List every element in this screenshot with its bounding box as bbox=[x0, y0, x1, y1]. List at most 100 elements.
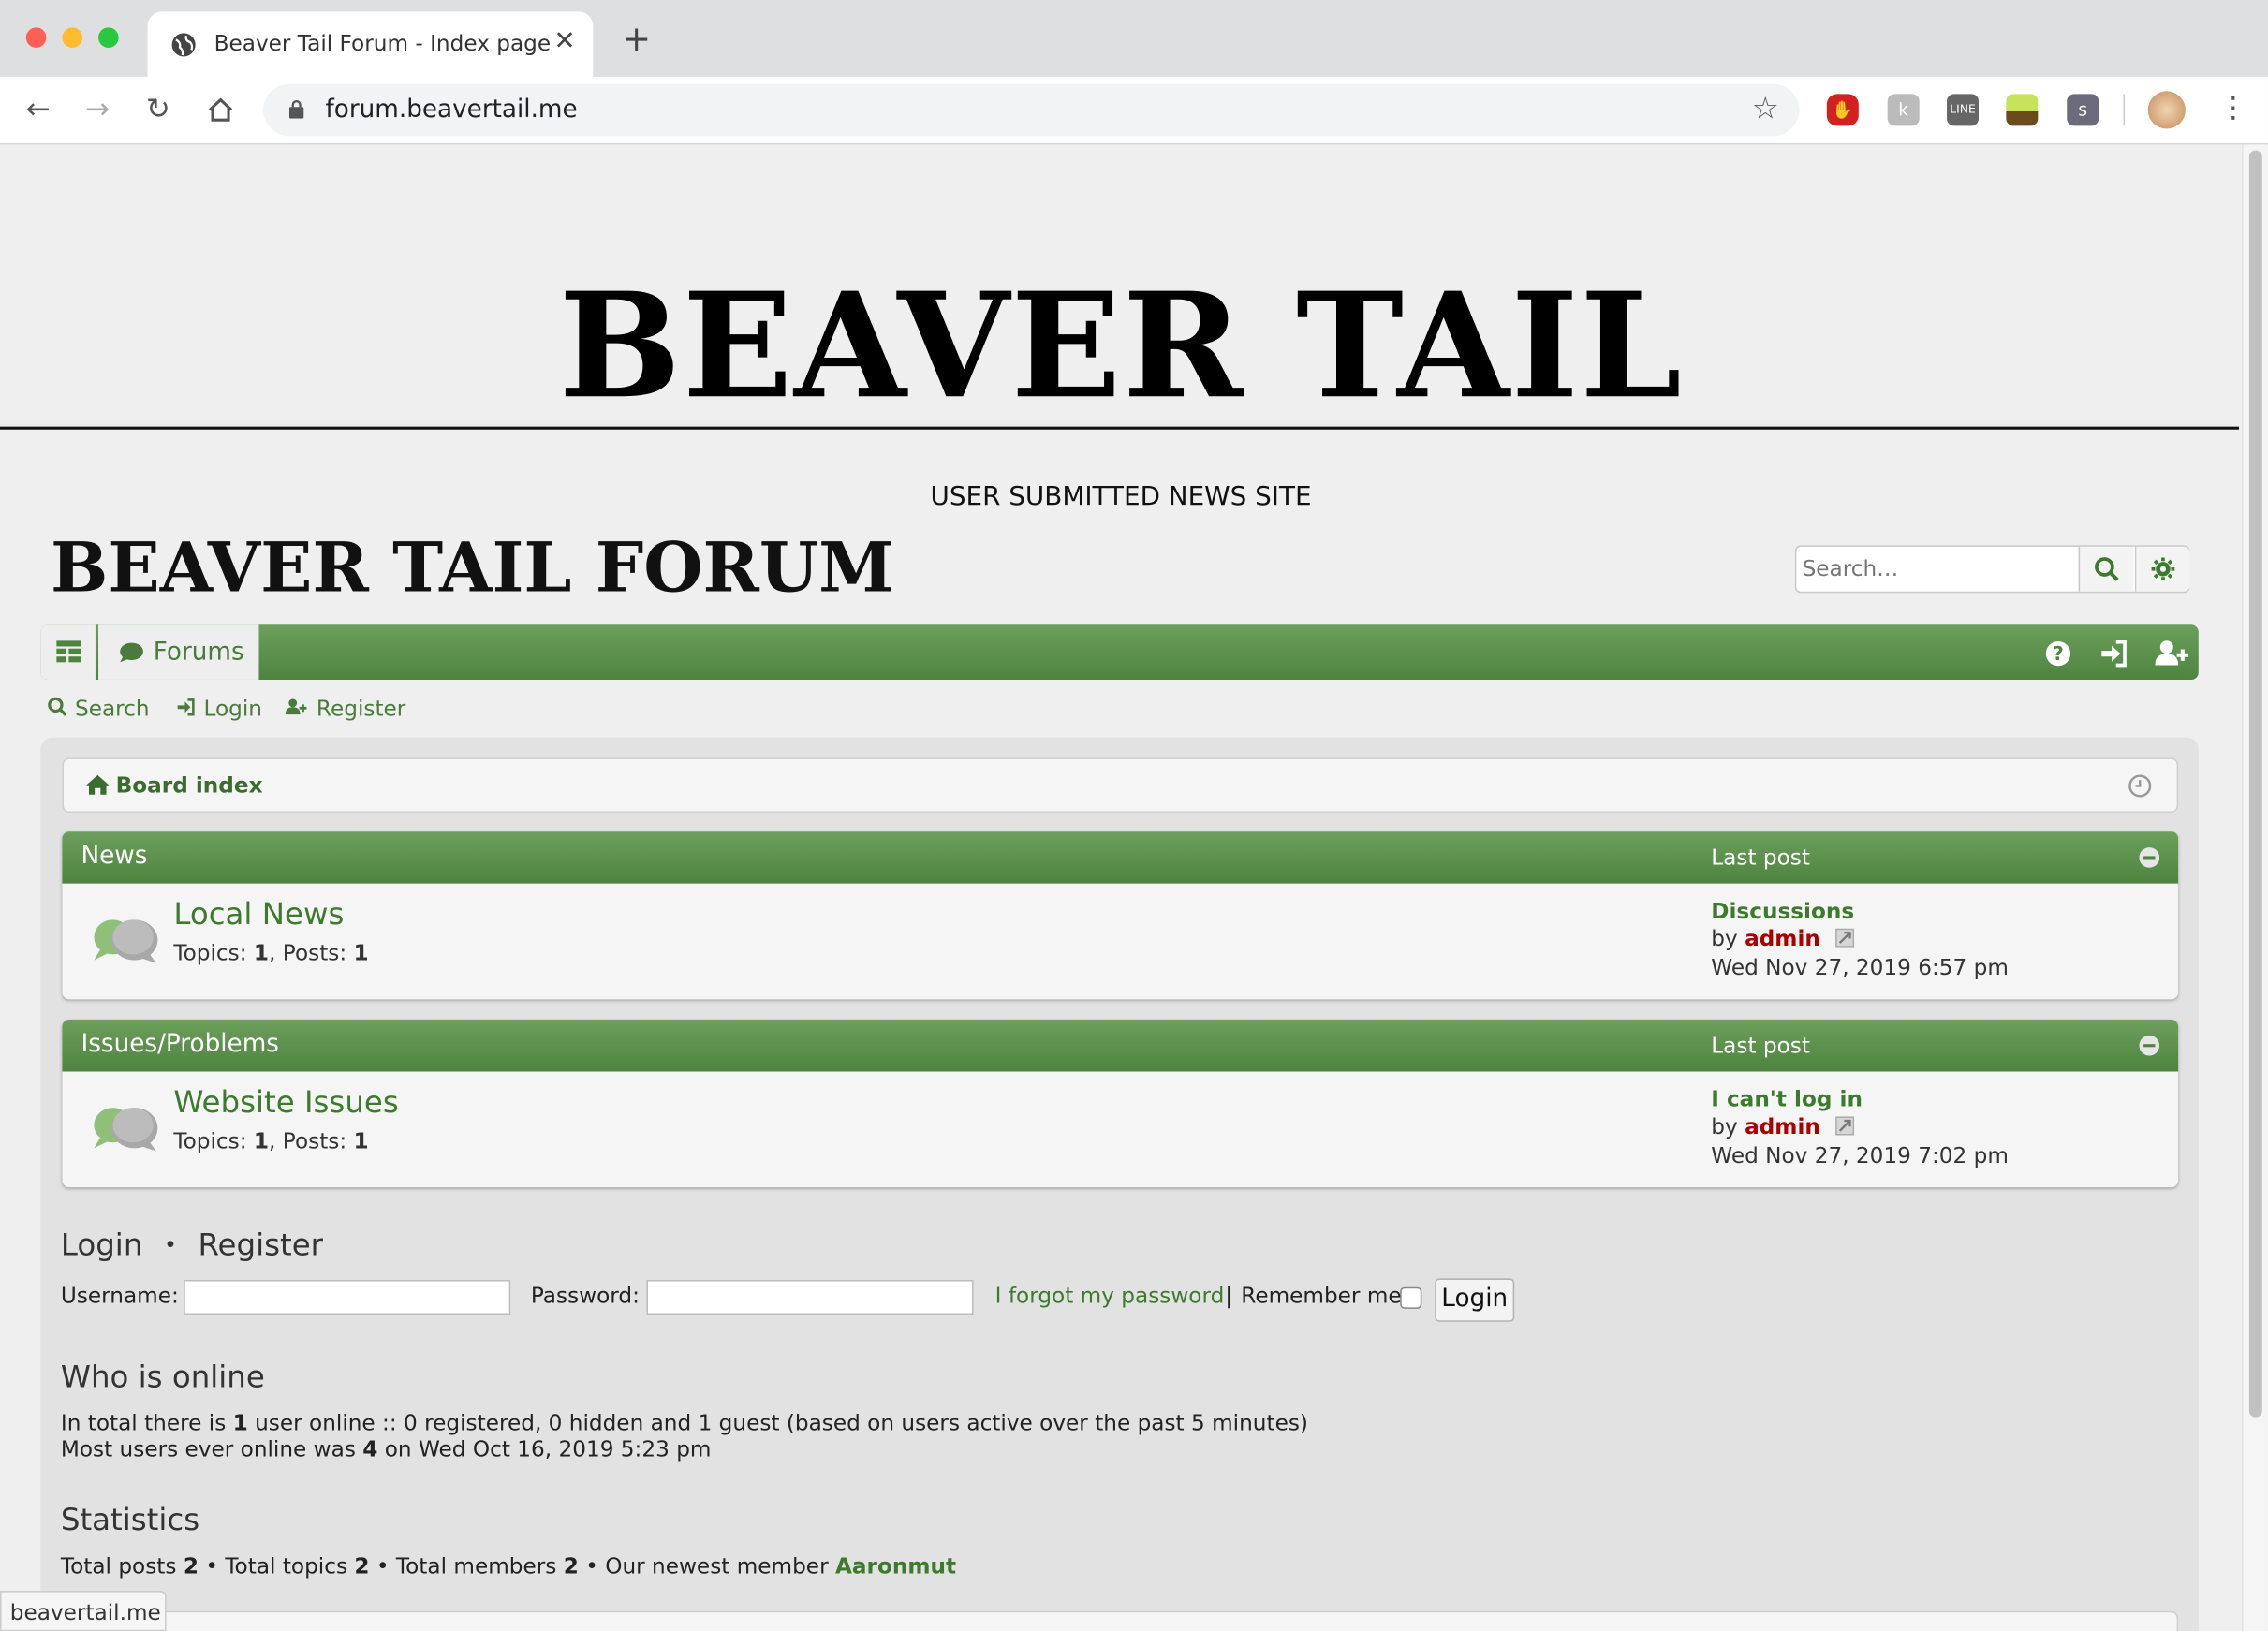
login-icon[interactable] bbox=[2098, 638, 2129, 669]
close-tab-icon[interactable]: ✕ bbox=[553, 26, 575, 56]
password-field[interactable] bbox=[646, 1279, 974, 1315]
address-bar[interactable]: forum.beavertail.me ☆ bbox=[263, 83, 1800, 137]
browser-menu-icon[interactable]: ⋮ bbox=[2218, 90, 2247, 125]
author-link[interactable]: admin bbox=[1745, 926, 1820, 952]
last-post-date: Wed Nov 27, 2019 7:02 pm bbox=[1711, 1142, 2009, 1169]
register-heading-link[interactable]: Register bbox=[198, 1227, 323, 1262]
search-box bbox=[1794, 545, 2190, 594]
help-icon[interactable]: ? bbox=[2042, 638, 2074, 669]
login-heading-link[interactable]: Login bbox=[61, 1227, 143, 1262]
footer-navbar bbox=[62, 1610, 2179, 1631]
category-title[interactable]: News bbox=[81, 842, 147, 871]
home-icon bbox=[85, 774, 110, 795]
remember-me-checkbox[interactable] bbox=[1400, 1286, 1422, 1309]
reload-icon[interactable]: ↻ bbox=[146, 91, 170, 125]
quick-links-button[interactable] bbox=[40, 624, 96, 680]
close-window-button[interactable] bbox=[25, 27, 47, 48]
newest-member-link[interactable]: Aaronmut bbox=[835, 1553, 956, 1580]
last-post-title-link[interactable]: Discussions bbox=[1711, 898, 1854, 924]
statistics-heading: Statistics bbox=[60, 1502, 200, 1537]
clock-icon bbox=[2128, 774, 2152, 798]
last-post-title-link[interactable]: I can't log in bbox=[1711, 1086, 1863, 1112]
category-header: News Last post bbox=[62, 831, 2179, 884]
stat-label: • Our newest member bbox=[578, 1552, 835, 1580]
tab-forums-label: Forums bbox=[153, 638, 244, 668]
online-line-2: Most users ever online was 4 on Wed Oct … bbox=[61, 1436, 712, 1462]
login-button[interactable]: Login bbox=[1435, 1278, 1515, 1322]
browser-toolbar: ← → ↻ forum.beavertail.me ☆ ✋ k LINE s ⋮ bbox=[0, 76, 2268, 145]
forum-stats: Topics: 1, Posts: 1 bbox=[173, 1128, 368, 1154]
quick-search-link[interactable]: Search bbox=[48, 696, 150, 722]
tab-title: Beaver Tail Forum - Index page bbox=[214, 30, 552, 57]
bookmark-star-icon[interactable]: ☆ bbox=[1752, 91, 1779, 125]
browser-tab[interactable]: Beaver Tail Forum - Index page ✕ bbox=[147, 11, 594, 79]
url-text: forum.beavertail.me bbox=[325, 95, 578, 125]
back-icon[interactable]: ← bbox=[26, 91, 51, 125]
username-label: Username: bbox=[60, 1283, 179, 1309]
posts-count: 1 bbox=[353, 939, 369, 966]
forum-navbar: Forums ? bbox=[40, 624, 2199, 680]
advanced-search-button[interactable] bbox=[2134, 546, 2190, 592]
quick-register-label: Register bbox=[316, 695, 406, 722]
minimize-window-button[interactable] bbox=[62, 27, 83, 48]
line-extension-icon[interactable]: LINE bbox=[1947, 94, 1980, 126]
author-link[interactable]: admin bbox=[1745, 1113, 1820, 1139]
maximize-window-button[interactable] bbox=[98, 27, 119, 48]
category-title[interactable]: Issues/Problems bbox=[81, 1030, 278, 1059]
view-latest-post-icon[interactable] bbox=[1835, 1116, 1855, 1136]
quick-register-link[interactable]: Register bbox=[284, 695, 406, 722]
view-latest-post-icon[interactable] bbox=[1835, 928, 1855, 948]
plant-extension-icon[interactable] bbox=[2006, 94, 2039, 126]
home-icon[interactable] bbox=[207, 96, 234, 123]
status-bar-url: beavertail.me bbox=[0, 1591, 167, 1631]
stat-label: Total posts bbox=[60, 1552, 184, 1580]
last-post-header: Last post bbox=[1711, 1032, 1810, 1059]
tab-forums[interactable]: Forums bbox=[98, 624, 259, 680]
stats-separator: , bbox=[269, 1127, 276, 1154]
username-field[interactable] bbox=[184, 1279, 511, 1315]
online-text: user online :: 0 registered, 0 hidden an… bbox=[247, 1409, 1308, 1436]
scrollbar-thumb[interactable] bbox=[2248, 150, 2262, 1418]
forum-stats: Topics: 1, Posts: 1 bbox=[173, 940, 368, 966]
total-topics: 2 bbox=[354, 1552, 370, 1580]
forgot-password-link[interactable]: I forgot my password bbox=[995, 1283, 1225, 1309]
collapse-icon[interactable] bbox=[2139, 847, 2160, 868]
stat-label: • Total members bbox=[369, 1552, 564, 1580]
board-index-link[interactable]: Board index bbox=[116, 772, 263, 799]
breadcrumb: Board index bbox=[62, 757, 2179, 814]
collapse-icon[interactable] bbox=[2139, 1035, 2160, 1056]
topics-label: Topics: bbox=[173, 939, 247, 966]
by-label: by bbox=[1711, 1113, 1738, 1140]
register-icon[interactable] bbox=[2154, 638, 2191, 669]
topics-count: 1 bbox=[253, 1127, 270, 1154]
register-icon bbox=[285, 698, 307, 715]
search-input[interactable] bbox=[1802, 555, 2074, 581]
forward-icon[interactable]: → bbox=[85, 91, 110, 125]
category-header: Issues/Problems Last post bbox=[62, 1019, 2179, 1072]
forum-title-link[interactable]: Local News bbox=[173, 897, 344, 932]
quick-login-link[interactable]: Login bbox=[175, 696, 262, 722]
profile-avatar[interactable] bbox=[2147, 91, 2186, 129]
new-tab-button[interactable]: + bbox=[622, 22, 651, 56]
s-extension-icon[interactable]: s bbox=[2067, 94, 2099, 126]
forum-read-icon bbox=[94, 1108, 158, 1152]
search-button[interactable] bbox=[2078, 546, 2134, 592]
online-text: In total there is bbox=[60, 1409, 233, 1436]
svg-text:?: ? bbox=[2053, 642, 2064, 665]
lock-icon bbox=[288, 99, 304, 119]
stat-label: • Total topics bbox=[198, 1552, 355, 1580]
record-count: 4 bbox=[362, 1435, 378, 1462]
k-extension-icon[interactable]: k bbox=[1887, 94, 1920, 126]
who-is-online-heading[interactable]: Who is online bbox=[61, 1359, 265, 1394]
page-scrollbar[interactable] bbox=[2242, 144, 2268, 1631]
adblock-extension-icon[interactable]: ✋ bbox=[1826, 94, 1859, 126]
login-heading: Login • Register bbox=[61, 1227, 323, 1262]
menu-icon bbox=[56, 640, 81, 663]
forum-title-link[interactable]: Website Issues bbox=[173, 1084, 398, 1119]
category-issues: Issues/Problems Last post Website Issues… bbox=[62, 1019, 2179, 1188]
remember-me-label: Remember me bbox=[1241, 1283, 1402, 1309]
forum-row: Local News Topics: 1, Posts: 1 Discussio… bbox=[62, 883, 2179, 1000]
forum-logo[interactable]: BEAVER TAIL FORUM bbox=[51, 529, 893, 609]
search-icon bbox=[2095, 557, 2119, 581]
online-line-1: In total there is 1 user online :: 0 reg… bbox=[61, 1410, 1308, 1436]
